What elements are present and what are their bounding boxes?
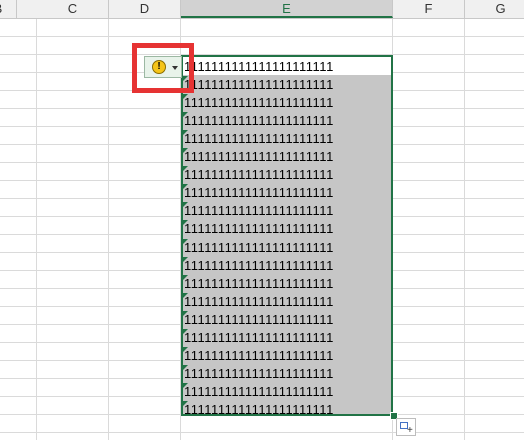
error-indicator-icon bbox=[183, 293, 188, 298]
cell-value[interactable]: 1111111111111111111111 bbox=[184, 220, 384, 238]
error-indicator-icon bbox=[183, 202, 188, 207]
plus-icon: + bbox=[407, 425, 413, 436]
cell-value[interactable]: 1111111111111111111111 bbox=[184, 148, 384, 166]
cell-value[interactable]: 1111111111111111111111 bbox=[184, 130, 384, 148]
error-indicator-icon bbox=[183, 220, 188, 225]
column-header-b[interactable]: B bbox=[0, 0, 17, 18]
cell-value[interactable]: 1111111111111111111111 bbox=[184, 76, 384, 94]
error-indicator-icon bbox=[183, 329, 188, 334]
column-header-d[interactable]: D bbox=[109, 0, 181, 18]
cell-value[interactable]: 1111111111111111111111 bbox=[184, 401, 384, 419]
cell-value[interactable]: 1111111111111111111111 bbox=[184, 347, 384, 365]
quick-analysis-button[interactable]: + bbox=[396, 418, 416, 436]
gridline bbox=[464, 19, 465, 440]
gridline bbox=[36, 19, 37, 440]
error-indicator-icon bbox=[183, 184, 188, 189]
cell-value[interactable]: 1111111111111111111111 bbox=[184, 58, 384, 76]
cell-value[interactable]: 1111111111111111111111 bbox=[184, 383, 384, 401]
cell-value[interactable]: 1111111111111111111111 bbox=[184, 293, 384, 311]
column-header-f[interactable]: F bbox=[393, 0, 465, 18]
error-indicator-icon bbox=[183, 112, 188, 117]
error-indicator-icon bbox=[183, 401, 188, 406]
cell-value[interactable]: 1111111111111111111111 bbox=[184, 257, 384, 275]
highlight-annotation bbox=[132, 43, 194, 93]
cell-value[interactable]: 1111111111111111111111 bbox=[184, 329, 384, 347]
cell-value[interactable]: 1111111111111111111111 bbox=[184, 275, 384, 293]
error-indicator-icon bbox=[183, 383, 188, 388]
column-header-row: B C D E F G bbox=[0, 0, 524, 19]
cell-value[interactable]: 1111111111111111111111 bbox=[184, 94, 384, 112]
error-indicator-icon bbox=[183, 148, 188, 153]
error-indicator-icon bbox=[183, 311, 188, 316]
cell-value[interactable]: 1111111111111111111111 bbox=[184, 239, 384, 257]
cell-value[interactable]: 1111111111111111111111 bbox=[184, 202, 384, 220]
error-indicator-icon bbox=[183, 166, 188, 171]
error-indicator-icon bbox=[183, 257, 188, 262]
cell-value[interactable]: 1111111111111111111111 bbox=[184, 184, 384, 202]
error-indicator-icon bbox=[183, 239, 188, 244]
gridline bbox=[108, 19, 109, 440]
column-header-g[interactable]: G bbox=[465, 0, 524, 18]
error-indicator-icon bbox=[183, 94, 188, 99]
error-indicator-icon bbox=[183, 347, 188, 352]
cell-value[interactable]: 1111111111111111111111 bbox=[184, 311, 384, 329]
error-indicator-icon bbox=[183, 365, 188, 370]
column-header-e[interactable]: E bbox=[181, 0, 393, 18]
error-indicator-icon bbox=[183, 130, 188, 135]
column-header-c[interactable]: C bbox=[37, 0, 109, 18]
error-indicator-icon bbox=[183, 275, 188, 280]
cell-value[interactable]: 1111111111111111111111 bbox=[184, 112, 384, 130]
cell-value[interactable]: 1111111111111111111111 bbox=[184, 365, 384, 383]
cell-value[interactable]: 1111111111111111111111 bbox=[184, 166, 384, 184]
